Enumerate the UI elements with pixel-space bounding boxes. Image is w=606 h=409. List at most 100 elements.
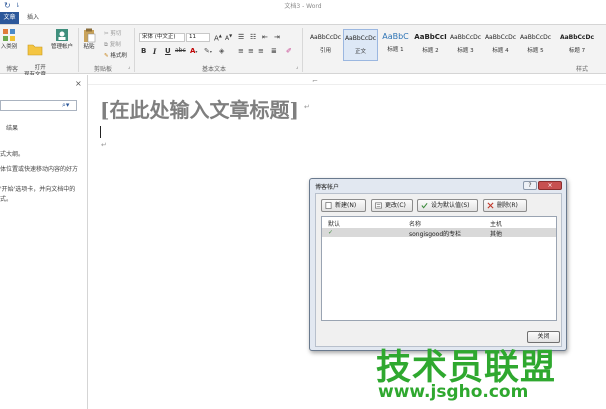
post-title-placeholder[interactable]: [在此处输入文章标题] [100, 94, 299, 123]
blog-group-label: 博客 [6, 66, 19, 73]
clipboard-launcher-icon[interactable]: ⌟ [128, 64, 130, 70]
italic-button[interactable]: I [153, 47, 156, 56]
ribbon: 入类别 打开 现有文章 管理帐户 博客 粘贴 ✂ 剪切 ⧉ 复制 ✎ 格式刷 剪… [0, 24, 606, 78]
style-preview: AaBbC [382, 32, 409, 41]
align-left-icon[interactable]: ≡ [238, 47, 244, 55]
group-divider [78, 28, 79, 72]
copy-label: 复制 [109, 42, 121, 48]
ribbon-tabs: 文章 插入 [0, 12, 606, 24]
style-heading-3[interactable]: AaBbCcDc 标题 3 [448, 29, 483, 61]
tab-article[interactable]: 文章 [0, 12, 19, 24]
font-group-label: 基本文本 [202, 66, 227, 73]
paste-icon [84, 28, 96, 43]
paste-button[interactable]: 粘贴 [80, 27, 98, 51]
set-default-button[interactable]: 设为默认值(S) [417, 199, 478, 212]
style-quote[interactable]: AaBbCcDc 引用 [308, 29, 343, 61]
style-preview: AaBbCcDc [519, 34, 552, 41]
style-normal[interactable]: AaBbCcDc 正文 [343, 29, 378, 61]
manage-accounts-button[interactable]: 管理帐户 [48, 27, 76, 51]
style-name: 标题 1 [387, 47, 404, 53]
nav-help-line: 式。 [0, 196, 13, 203]
group-divider [302, 28, 303, 72]
accounts-list[interactable]: 默认 名称 主机 ✓ songisgood的专栏 其他 [321, 216, 557, 321]
title-bar: ↻ ⇂ 文档3 - Word [0, 0, 606, 12]
justify-icon[interactable]: ≣ [271, 47, 277, 55]
style-preview: AaBbCcDc [559, 34, 595, 41]
help-button[interactable]: ? [523, 181, 537, 190]
style-preview: AaBbCcDc [344, 35, 377, 42]
bullets-icon[interactable]: ☰ [238, 33, 244, 41]
grow-font-icon[interactable]: A▲ [214, 33, 222, 42]
font-launcher-icon[interactable]: ⌟ [296, 64, 298, 70]
column-name[interactable]: 名称 [409, 219, 421, 228]
dialog-title: 博客帐户 [315, 184, 340, 191]
style-name: 标题 2 [422, 48, 439, 54]
style-name: 标题 4 [492, 48, 509, 54]
category-icon [3, 29, 15, 41]
style-heading-5[interactable]: AaBbCcDc 标题 5 [518, 29, 553, 61]
paragraph-mark: ↵ [101, 141, 107, 149]
search-input[interactable]: ⌕▾ [0, 100, 77, 111]
numbering-icon[interactable]: ☷ [250, 33, 256, 41]
column-default[interactable]: 默认 [328, 219, 340, 228]
style-heading-1[interactable]: AaBbC 标题 1 [378, 29, 413, 61]
new-account-button[interactable]: 新建(N) [321, 199, 366, 212]
close-pane-icon[interactable]: × [75, 79, 82, 88]
edit-icon [375, 202, 382, 209]
style-preview: AaBbCcDc [449, 34, 482, 41]
bold-button[interactable]: B [141, 47, 146, 55]
new-doc-icon [325, 202, 332, 209]
change-account-button[interactable]: 更改(C) [371, 199, 413, 212]
column-host[interactable]: 主机 [490, 219, 502, 228]
manage-accounts-label: 管理帐户 [50, 44, 73, 50]
styles-group-label: 样式 [576, 66, 589, 73]
watermark-url: www.jsgho.com [378, 382, 529, 402]
format-painter-button[interactable]: ✎ 格式刷 [104, 51, 127, 59]
tab-insert[interactable]: 插入 [24, 12, 42, 24]
align-center-icon[interactable]: ≡ [248, 47, 254, 55]
style-name: 引用 [319, 48, 331, 54]
format-painter-label: 格式刷 [110, 53, 127, 59]
style-heading-7[interactable]: AaBbCcDc 标题 7 [553, 29, 601, 61]
style-preview: AaBbCcI [414, 33, 447, 41]
clear-format-icon[interactable]: ◈ [219, 47, 224, 55]
style-heading-4[interactable]: AaBbCcDc 标题 4 [483, 29, 518, 61]
delete-account-label: 删除(R) [497, 202, 518, 209]
copy-button[interactable]: ⧉ 复制 [104, 40, 121, 49]
accounts-icon [56, 29, 68, 41]
dialog-close-icon[interactable]: × [538, 181, 562, 190]
delete-account-button[interactable]: 删除(R) [483, 199, 527, 212]
underline-button[interactable]: U [165, 47, 171, 55]
paste-label: 粘贴 [83, 44, 95, 50]
navigation-pane: × ⌕▾ 结果 式大纲。 体位置或快速移动内容的好方 '开始'选项卡，并向文档中… [0, 75, 88, 409]
cut-button[interactable]: ✂ 剪切 [104, 29, 121, 37]
style-name: 正文 [354, 49, 366, 55]
group-divider [134, 28, 135, 72]
insert-category-button[interactable]: 入类别 [0, 27, 21, 51]
new-account-label: 新建(N) [335, 202, 357, 209]
ruler [88, 75, 606, 85]
font-color-icon[interactable]: A▾ [190, 47, 197, 55]
results-tab[interactable]: 结果 [6, 123, 18, 132]
word-window: ↻ ⇂ 文档3 - Word 文章 插入 入类别 打开 现有文章 管理帐户 博客… [0, 0, 606, 409]
decrease-indent-icon[interactable]: ⇤ [262, 33, 268, 41]
search-icon[interactable]: ⌕▾ [62, 101, 69, 110]
strikethrough-button[interactable]: abc [175, 47, 186, 54]
blog-accounts-dialog: 博客帐户 ? × 新建(N) 更改(C) 设为默认值(S) 删除(R) 默认 名… [309, 178, 567, 351]
font-size-combo[interactable]: 11 [186, 33, 210, 42]
font-name-combo[interactable]: 宋体 (中文正) [139, 33, 185, 42]
nav-help-line: 式大纲。 [0, 151, 25, 158]
increase-indent-icon[interactable]: ⇥ [274, 33, 280, 41]
delete-icon [487, 202, 494, 209]
table-row[interactable]: ✓ songisgood的专栏 其他 [322, 228, 556, 238]
style-name: 标题 3 [457, 48, 474, 54]
dialog-body: 新建(N) 更改(C) 设为默认值(S) 删除(R) 默认 名称 主机 ✓ so… [315, 193, 562, 347]
styles-eraser-icon[interactable]: ✐ [286, 47, 292, 55]
checkmark-icon [421, 202, 428, 209]
highlight-icon[interactable]: ✎▾ [204, 47, 212, 55]
insert-category-label: 入类别 [0, 44, 18, 50]
account-name: songisgood的专栏 [409, 231, 462, 238]
align-right-icon[interactable]: ≡ [258, 47, 264, 55]
shrink-font-icon[interactable]: A▼ [225, 33, 232, 42]
style-heading-2[interactable]: AaBbCcI 标题 2 [413, 29, 448, 61]
